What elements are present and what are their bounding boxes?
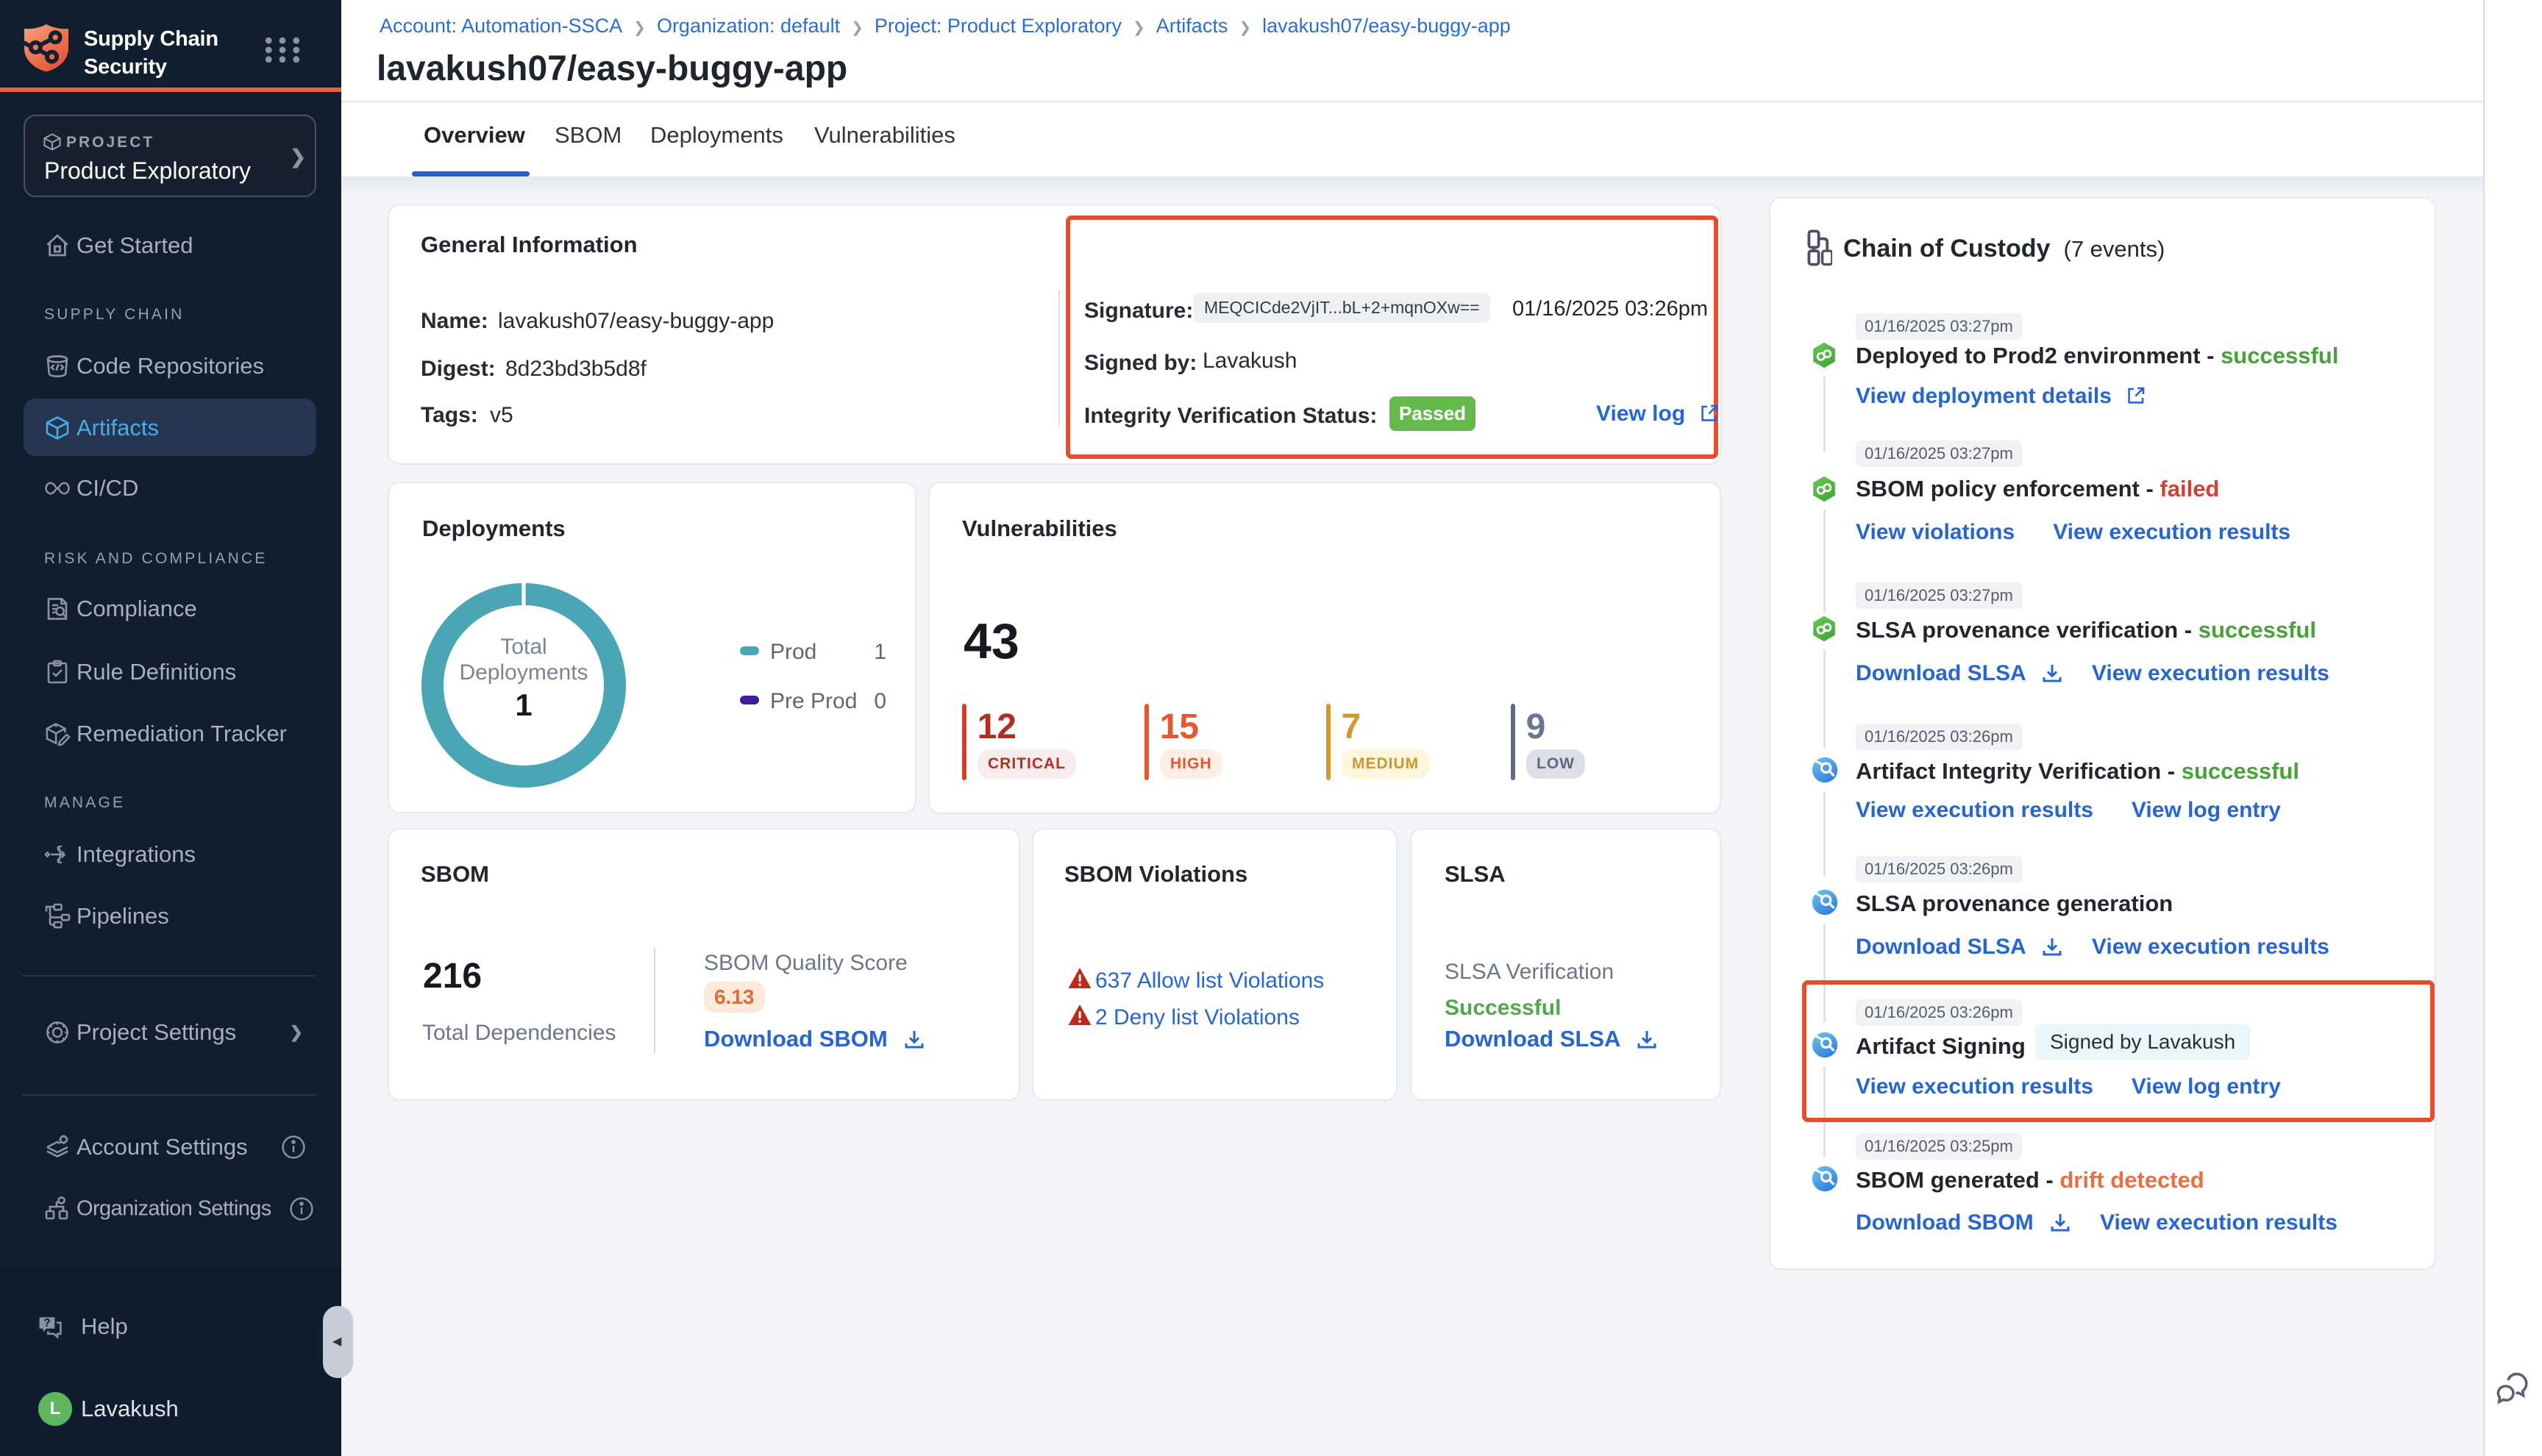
svg-text:?: ? (43, 1317, 50, 1330)
